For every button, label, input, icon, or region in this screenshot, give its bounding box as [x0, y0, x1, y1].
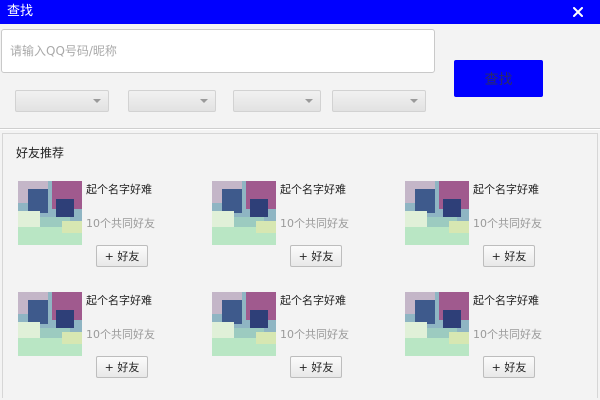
mutual-friends-count: 10个共同好友 [86, 217, 155, 230]
mutual-friends-count: 10个共同好友 [473, 217, 542, 230]
chevron-down-icon [410, 99, 418, 103]
avatar[interactable] [405, 292, 469, 356]
window-title: 查找 [7, 4, 34, 19]
mutual-friends-count: 10个共同好友 [473, 328, 542, 341]
friend-card: 起个名字好难 10个共同好友 + 好友 [212, 181, 372, 276]
recommend-title: 好友推荐 [16, 146, 65, 160]
filter-dropdown-3[interactable] [233, 90, 321, 112]
avatar[interactable] [405, 181, 469, 245]
search-button-label: 查找 [484, 71, 513, 88]
friend-card: 起个名字好难 10个共同好友 + 好友 [18, 181, 178, 276]
avatar[interactable] [212, 181, 276, 245]
chevron-down-icon [200, 99, 208, 103]
chevron-down-icon [93, 99, 101, 103]
find-window: 查找 查找 好友推荐 [0, 0, 600, 400]
friend-card: 起个名字好难 10个共同好友 + 好友 [405, 181, 565, 276]
add-friend-button[interactable]: + 好友 [483, 356, 535, 378]
filter-dropdown-4[interactable] [332, 90, 426, 112]
chevron-down-icon [305, 99, 313, 103]
mutual-friends-count: 10个共同好友 [280, 328, 349, 341]
add-friend-button[interactable]: + 好友 [483, 245, 535, 267]
avatar[interactable] [212, 292, 276, 356]
filter-dropdown-1[interactable] [15, 90, 109, 112]
title-bar: 查找 [0, 0, 600, 24]
avatar[interactable] [18, 292, 82, 356]
friend-card: 起个名字好难 10个共同好友 + 好友 [212, 292, 372, 387]
friend-name[interactable]: 起个名字好难 [280, 181, 346, 197]
friend-name[interactable]: 起个名字好难 [473, 181, 539, 197]
add-friend-button[interactable]: + 好友 [290, 356, 342, 378]
search-input[interactable] [1, 29, 435, 73]
filter-dropdown-2[interactable] [128, 90, 216, 112]
friend-name[interactable]: 起个名字好难 [280, 292, 346, 308]
add-friend-button[interactable]: + 好友 [290, 245, 342, 267]
friend-card: 起个名字好难 10个共同好友 + 好友 [18, 292, 178, 387]
divider [0, 128, 600, 130]
mutual-friends-count: 10个共同好友 [86, 328, 155, 341]
close-icon[interactable] [570, 4, 586, 20]
add-friend-button[interactable]: + 好友 [96, 356, 148, 378]
friend-name[interactable]: 起个名字好难 [473, 292, 539, 308]
friend-name[interactable]: 起个名字好难 [86, 292, 152, 308]
add-friend-button[interactable]: + 好友 [96, 245, 148, 267]
avatar[interactable] [18, 181, 82, 245]
search-button[interactable]: 查找 [454, 60, 543, 97]
friend-card: 起个名字好难 10个共同好友 + 好友 [405, 292, 565, 387]
friend-name[interactable]: 起个名字好难 [86, 181, 152, 197]
mutual-friends-count: 10个共同好友 [280, 217, 349, 230]
